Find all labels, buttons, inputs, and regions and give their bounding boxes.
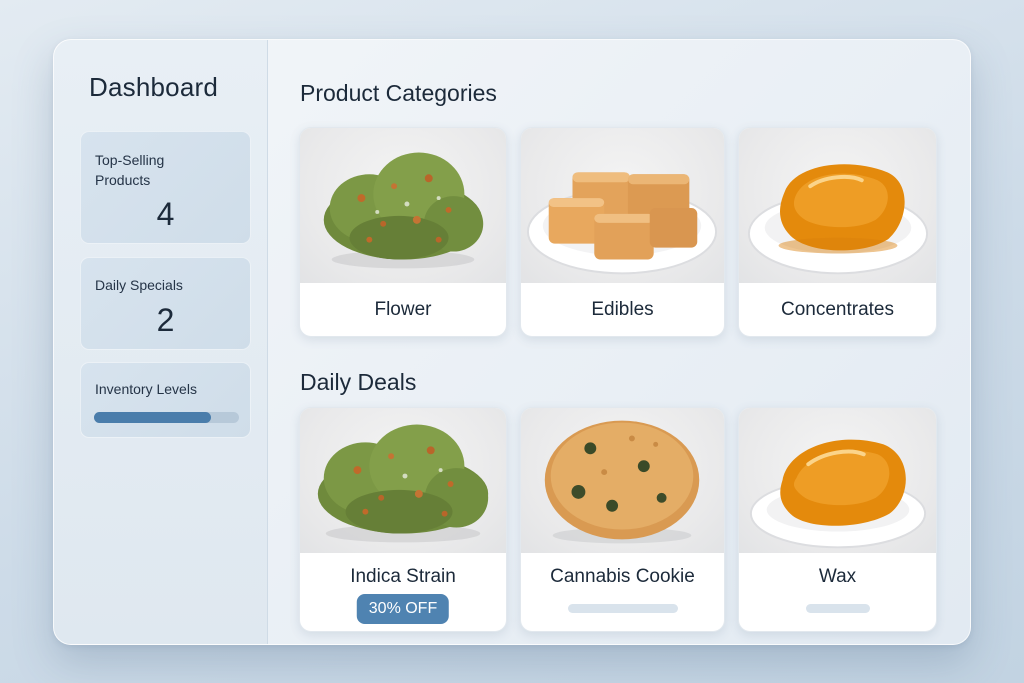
- deal-name: Indica Strain: [350, 566, 456, 587]
- inventory-progress-fill: [94, 412, 212, 423]
- cannabis-bud-image: [300, 408, 506, 553]
- category-card-edibles[interactable]: Edibles: [520, 127, 725, 337]
- top-selling-value: 4: [156, 196, 175, 232]
- inventory-progress-track: [94, 412, 239, 423]
- top-selling-card[interactable]: Top-Selling Products 4: [80, 131, 251, 244]
- dashboard-title: Dashboard: [89, 72, 218, 102]
- category-card-concentrates[interactable]: Concentrates: [738, 127, 937, 337]
- deal-card-indica-strain[interactable]: Indica Strain 30% OFF: [299, 407, 507, 632]
- daily-specials-label: Daily Specials: [95, 277, 183, 293]
- top-selling-label: Top-Selling Products: [95, 152, 165, 188]
- cookie-image: [521, 408, 724, 553]
- category-name: Concentrates: [780, 299, 894, 320]
- deal-placeholder-bar: [805, 604, 870, 613]
- deal-placeholder-bar: [567, 604, 678, 613]
- daily-deals-title: Daily Deals: [300, 369, 417, 395]
- deal-card-cannabis-cookie[interactable]: Cannabis Cookie: [520, 407, 725, 632]
- product-categories-title: Product Categories: [300, 80, 497, 106]
- category-name: Flower: [374, 299, 432, 320]
- dashboard-window: Dashboard Top-Selling Products 4 Daily S…: [53, 39, 971, 645]
- daily-specials-card[interactable]: Daily Specials 2: [80, 257, 251, 350]
- amber-wax-image: [739, 408, 936, 553]
- main-content: Product Categories Flower Edibles Concen…: [269, 40, 970, 644]
- category-card-flower[interactable]: Flower: [299, 127, 507, 337]
- gummy-cubes-image: [521, 128, 724, 283]
- discount-badge: 30% OFF: [356, 594, 450, 624]
- cannabis-bud-image: [300, 128, 506, 283]
- sidebar: Dashboard Top-Selling Products 4 Daily S…: [54, 40, 268, 644]
- amber-concentrate-image: [739, 128, 936, 283]
- deal-name: Wax: [818, 566, 857, 587]
- inventory-levels-label: Inventory Levels: [95, 381, 197, 397]
- daily-specials-value: 2: [156, 302, 175, 338]
- deal-card-wax[interactable]: Wax: [738, 407, 937, 632]
- deal-name: Cannabis Cookie: [550, 566, 695, 587]
- inventory-levels-card[interactable]: Inventory Levels: [80, 362, 251, 438]
- category-name: Edibles: [591, 299, 654, 320]
